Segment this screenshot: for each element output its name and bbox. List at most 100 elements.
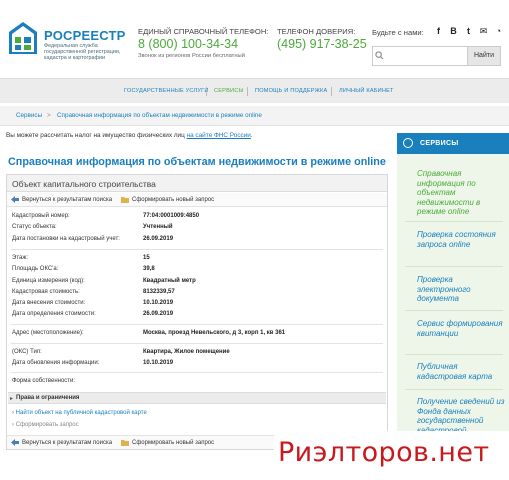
field-object-type: (ОКС) Тип: Квартира, Жилое помещение: [12, 349, 384, 359]
field-value: Москва, проезд Невельского, д 3, корп 1,…: [143, 330, 286, 336]
sidebar-item-request-status[interactable]: Проверка состояния запроса online: [417, 230, 505, 249]
field-value: 77:04:0001009:4850: [143, 213, 200, 219]
breadcrumb-separator: >: [47, 112, 51, 119]
field-ownership: Форма собственности:: [12, 378, 384, 388]
field-label: Единица измерения (код):: [12, 278, 85, 284]
sidebar-header: СЕРВИСЫ: [397, 133, 509, 154]
field-value-entry-date: Дата внесения стоимости: 10.10.2019: [12, 300, 384, 310]
sidebar-separator: [405, 310, 503, 311]
site-header: РОСРЕЕСТР Федеральная служба государстве…: [0, 0, 509, 78]
sidebar-separator: [405, 354, 503, 355]
field-value-determination-date: Дата определения стоимости: 26.09.2019: [12, 311, 384, 321]
field-label: Дата определения стоимости:: [12, 311, 96, 317]
sidebar-separator: [405, 389, 503, 390]
rights-toggle[interactable]: ▸ Права и ограничения: [8, 392, 386, 404]
object-card: Объект капитального строительства Вернут…: [6, 174, 388, 450]
nav-separator: [331, 87, 332, 96]
sidebar-title: СЕРВИСЫ: [420, 140, 459, 147]
brand-name[interactable]: РОСРЕЕСТР: [44, 28, 126, 43]
field-area: Площадь ОКС'a: 39,8: [12, 266, 384, 276]
back-arrow-icon: [11, 439, 19, 446]
divider: [11, 324, 383, 325]
vk-icon[interactable]: B: [449, 26, 458, 37]
field-object-status: Статус объекта: Учтенный: [12, 224, 384, 234]
field-value: Квадратный метр: [143, 278, 196, 284]
rss-icon[interactable]: ◔: [494, 26, 503, 37]
public-map-link[interactable]: › Найти объект на публичной кадастровой …: [12, 410, 147, 416]
public-map-link-label: Найти объект на публичной кадастровой ка…: [15, 410, 147, 416]
watermark-text: Риэлторов.нет: [278, 437, 490, 468]
back-to-results-label: Вернуться к результатам поиска: [22, 439, 113, 446]
social-label: Будьте с нами:: [372, 28, 424, 37]
field-label: Площадь ОКС'a:: [12, 266, 59, 272]
back-to-results-button[interactable]: Вернуться к результатам поиска: [11, 196, 112, 203]
back-to-results-button[interactable]: Вернуться к результатам поиска: [11, 439, 112, 446]
nav-item-services[interactable]: СЕРВИСЫ: [214, 88, 244, 94]
nav-item-gov-services[interactable]: ГОСУДАРСТВЕННЫЕ УСЛУГИ: [124, 88, 209, 94]
card-title: Объект капитального строительства: [12, 179, 156, 189]
card-toolbar: Вернуться к результатам поиска Сформиров…: [7, 193, 387, 207]
back-arrow-icon: [11, 196, 19, 203]
nav-separator: [247, 87, 248, 96]
field-value: 8132339,57: [143, 289, 175, 295]
divider: [11, 249, 383, 250]
fns-link[interactable]: на сайте ФНС России: [187, 132, 251, 139]
hotline-phone[interactable]: 8 (800) 100-34-34: [138, 37, 238, 51]
sidebar-item-public-map[interactable]: Публичная кадастровая карта: [417, 362, 505, 381]
email-icon[interactable]: ✉: [479, 26, 488, 37]
trust-line-label: ТЕЛЕФОН ДОВЕРИЯ:: [277, 27, 356, 36]
field-cadastral-number: Кадастровый номер: 77:04:0001009:4850: [12, 213, 384, 223]
hotline-label: ЕДИНЫЙ СПРАВОЧНЫЙ ТЕЛЕФОН:: [138, 27, 269, 36]
search-box: Найти: [372, 46, 501, 66]
form-request-label: Сформировать запрос: [15, 422, 79, 428]
facebook-icon[interactable]: f: [434, 26, 443, 37]
folder-icon: [121, 440, 129, 446]
tax-info-text: Вы можете рассчитать налог на имущество …: [6, 132, 187, 139]
main-nav: ГОСУДАРСТВЕННЫЕ УСЛУГИ СЕРВИСЫ ПОМОЩЬ И …: [0, 78, 509, 103]
folder-icon: [121, 197, 129, 203]
field-label: Дата постановки на кадастровый учет:: [12, 236, 120, 242]
field-value: 39,8: [143, 266, 155, 272]
divider: [11, 372, 383, 373]
field-cadastral-value: Кадастровая стоимость: 8132339,57: [12, 289, 384, 299]
social-links: f B t ✉ ◔: [434, 26, 503, 37]
field-label: Этаж:: [12, 255, 29, 261]
breadcrumb-services[interactable]: Сервисы: [16, 112, 42, 119]
sidebar-item-realty-info[interactable]: Справочная информация по объектам недвиж…: [417, 169, 505, 217]
new-request-button[interactable]: Сформировать новый запрос: [121, 439, 214, 446]
search-button[interactable]: Найти: [467, 46, 501, 66]
search-icon: [375, 51, 384, 60]
breadcrumb-current[interactable]: Справочная информация по объектам недвиж…: [57, 112, 262, 119]
field-label: Дата внесения стоимости:: [12, 300, 86, 306]
twitter-icon[interactable]: t: [464, 26, 473, 37]
sidebar-separator: [405, 221, 503, 222]
form-request-link[interactable]: › Сформировать запрос: [12, 422, 79, 428]
field-label: Кадастровая стоимость:: [12, 289, 80, 295]
trust-line-phone[interactable]: (495) 917-38-25: [277, 37, 367, 51]
watermark: Риэлторов.нет: [274, 431, 509, 480]
page-title: Справочная информация по объектам недвиж…: [8, 156, 386, 168]
field-unit: Единица измерения (код): Квадратный метр: [12, 278, 384, 288]
nav-item-help[interactable]: ПОМОЩЬ И ПОДДЕРЖКА: [255, 88, 327, 94]
field-address: Адрес (местоположение): Москва, проезд Н…: [12, 330, 384, 340]
new-request-button[interactable]: Сформировать новый запрос: [121, 196, 214, 203]
field-value: 10.10.2019: [143, 300, 174, 306]
field-value: Учтенный: [143, 224, 173, 230]
search-input[interactable]: [372, 46, 467, 66]
rosreestr-logo-icon[interactable]: [6, 18, 40, 58]
expand-arrow-icon: ▸: [10, 396, 14, 402]
sidebar-item-document-check[interactable]: Проверка электронного документа: [417, 275, 505, 304]
field-value: 10.10.2019: [143, 360, 174, 366]
field-value: 15: [143, 255, 150, 261]
services-sidebar: СЕРВИСЫ Справочная информация по объекта…: [397, 133, 509, 480]
field-value: Квартира, Жилое помещение: [143, 349, 230, 355]
sidebar-separator: [405, 266, 503, 267]
card-header: Объект капитального строительства: [7, 175, 387, 192]
nav-item-account[interactable]: ЛИЧНЫЙ КАБИНЕТ: [339, 88, 394, 94]
sidebar-item-data-fund[interactable]: Получение сведений из Фонда данных госуд…: [417, 397, 505, 435]
sidebar-item-receipt[interactable]: Сервис формирования квитанции: [417, 319, 505, 338]
field-label: (ОКС) Тип:: [12, 349, 42, 355]
new-request-label: Сформировать новый запрос: [132, 439, 215, 446]
rights-label: Права и ограничения: [16, 395, 80, 401]
breadcrumb: Сервисы > Справочная информация по объек…: [0, 106, 509, 126]
